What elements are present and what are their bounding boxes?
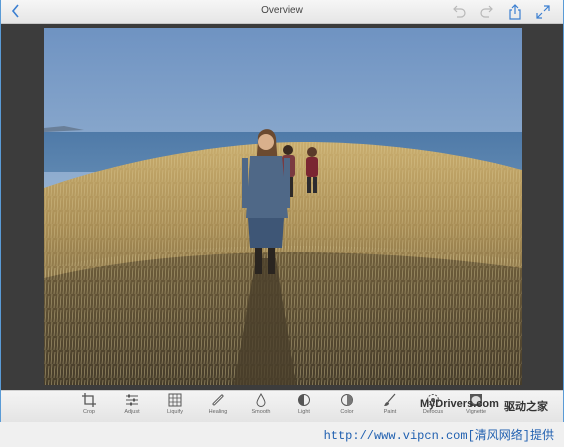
photo-preview[interactable] bbox=[44, 28, 522, 385]
crop-icon bbox=[82, 393, 96, 407]
app-window: Overview Crop Adjust Liquify Healing Smo… bbox=[0, 0, 564, 422]
healing-label: Healing bbox=[208, 409, 228, 415]
paint-tool[interactable]: Paint bbox=[370, 393, 410, 421]
footer-bar: http://www.vipcn.com[清风网络]提供 bbox=[0, 422, 564, 447]
contrast-icon bbox=[341, 394, 353, 406]
paint-label: Paint bbox=[383, 409, 397, 415]
liquify-label: Liquify bbox=[167, 409, 183, 415]
undo-button[interactable] bbox=[450, 3, 468, 21]
redo-icon bbox=[480, 5, 493, 18]
redo-button[interactable] bbox=[478, 3, 496, 21]
expand-icon bbox=[536, 5, 550, 19]
light-tool[interactable]: Light bbox=[284, 393, 324, 421]
crop-label: Crop bbox=[83, 409, 95, 415]
editor-canvas bbox=[1, 24, 563, 390]
smooth-tool[interactable]: Smooth bbox=[241, 393, 281, 421]
undo-icon bbox=[453, 5, 466, 18]
smooth-label: Smooth bbox=[251, 409, 271, 415]
watermark-site: MyDrivers.com bbox=[420, 398, 499, 410]
sliders-icon bbox=[126, 394, 138, 406]
adjust-tool[interactable]: Adjust bbox=[112, 393, 152, 421]
bandage-icon bbox=[212, 394, 224, 406]
share-icon bbox=[509, 4, 521, 20]
adjust-label: Adjust bbox=[124, 409, 140, 415]
top-bar: Overview bbox=[1, 0, 563, 24]
light-label: Light bbox=[298, 409, 310, 415]
color-label: Color bbox=[340, 409, 354, 415]
share-button[interactable] bbox=[506, 3, 524, 21]
expand-button[interactable] bbox=[534, 3, 552, 21]
photo-image bbox=[44, 28, 522, 385]
crop-tool[interactable]: Crop bbox=[69, 393, 109, 421]
healing-tool[interactable]: Healing bbox=[198, 393, 238, 421]
color-tool[interactable]: Color bbox=[327, 393, 367, 421]
footer-credit: http://www.vipcn.com[清风网络]提供 bbox=[323, 429, 554, 443]
grid-icon bbox=[168, 393, 182, 407]
liquify-tool[interactable]: Liquify bbox=[155, 393, 195, 421]
half-circle-icon bbox=[298, 394, 310, 406]
brush-icon bbox=[384, 393, 396, 406]
droplet-icon bbox=[256, 393, 266, 407]
watermark-name: 驱动之家 bbox=[504, 401, 548, 413]
